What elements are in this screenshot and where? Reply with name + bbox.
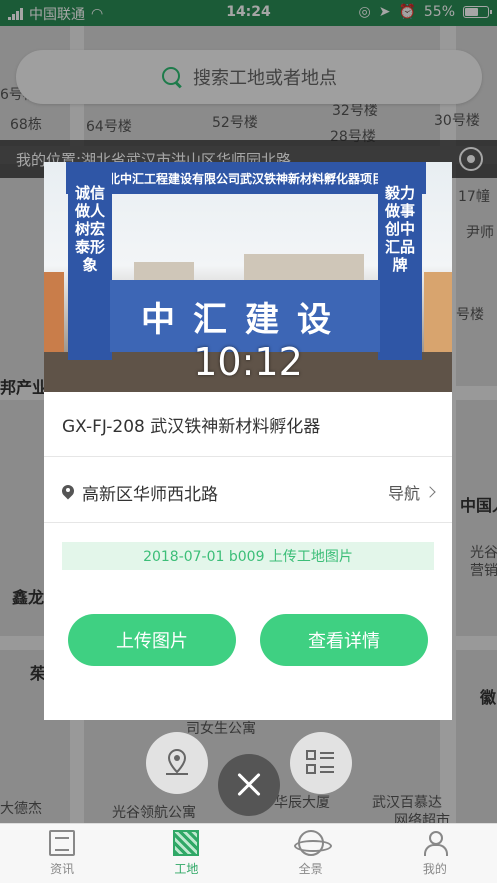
latest-activity: 2018-07-01 b009 上传工地图片 [62, 542, 434, 570]
site-address-text: 高新区华师西北路 [82, 485, 218, 505]
tab-label: 资讯 [50, 862, 75, 876]
profile-icon [422, 830, 448, 856]
site-title: GX-FJ-208 武汉铁神新材料孵化器 [62, 417, 321, 437]
tab-news[interactable]: 资讯 [0, 824, 124, 883]
tab-panorama[interactable]: 全景 [249, 824, 373, 883]
chevron-right-icon [424, 486, 436, 498]
panorama-icon [293, 830, 332, 856]
tab-profile[interactable]: 我的 [373, 824, 497, 883]
site-address: 高新区华师西北路 [62, 480, 218, 505]
view-details-button[interactable]: 查看详情 [260, 614, 428, 666]
navigate-link[interactable]: 导航 [387, 480, 436, 504]
close-button[interactable] [218, 754, 280, 816]
location-fab[interactable] [146, 732, 208, 794]
gate-pillar-left: 诚信做人 树宏泰形象 [68, 162, 112, 360]
construction-site-icon [173, 830, 200, 856]
list-fab[interactable] [290, 732, 352, 794]
gate-pillar-right: 毅力做事 创中汇品牌 [378, 162, 422, 360]
photo-timestamp: 10:12 [193, 340, 303, 384]
tab-label: 我的 [422, 862, 447, 876]
divider [44, 522, 452, 523]
map-pin-icon [166, 748, 188, 775]
site-info-card: 湖北中汇工程建设有限公司武汉铁神新材料孵化器项目部 诚信做人 树宏泰形象 毅力做… [44, 162, 452, 720]
tab-label: 全景 [298, 862, 323, 876]
site-photo[interactable]: 湖北中汇工程建设有限公司武汉铁神新材料孵化器项目部 诚信做人 树宏泰形象 毅力做… [44, 162, 452, 392]
list-icon [306, 750, 334, 774]
tab-label: 工地 [174, 862, 199, 876]
news-icon [49, 830, 76, 856]
divider [44, 456, 452, 457]
location-pin-icon [62, 485, 74, 501]
bottom-tab-bar: 资讯 工地 全景 我的 [0, 823, 497, 883]
gate-banner: 湖北中汇工程建设有限公司武汉铁神新材料孵化器项目部 [66, 162, 426, 194]
tab-construction-sites[interactable]: 工地 [124, 824, 248, 883]
navigate-label: 导航 [387, 484, 420, 503]
upload-photo-button[interactable]: 上传图片 [68, 614, 236, 666]
